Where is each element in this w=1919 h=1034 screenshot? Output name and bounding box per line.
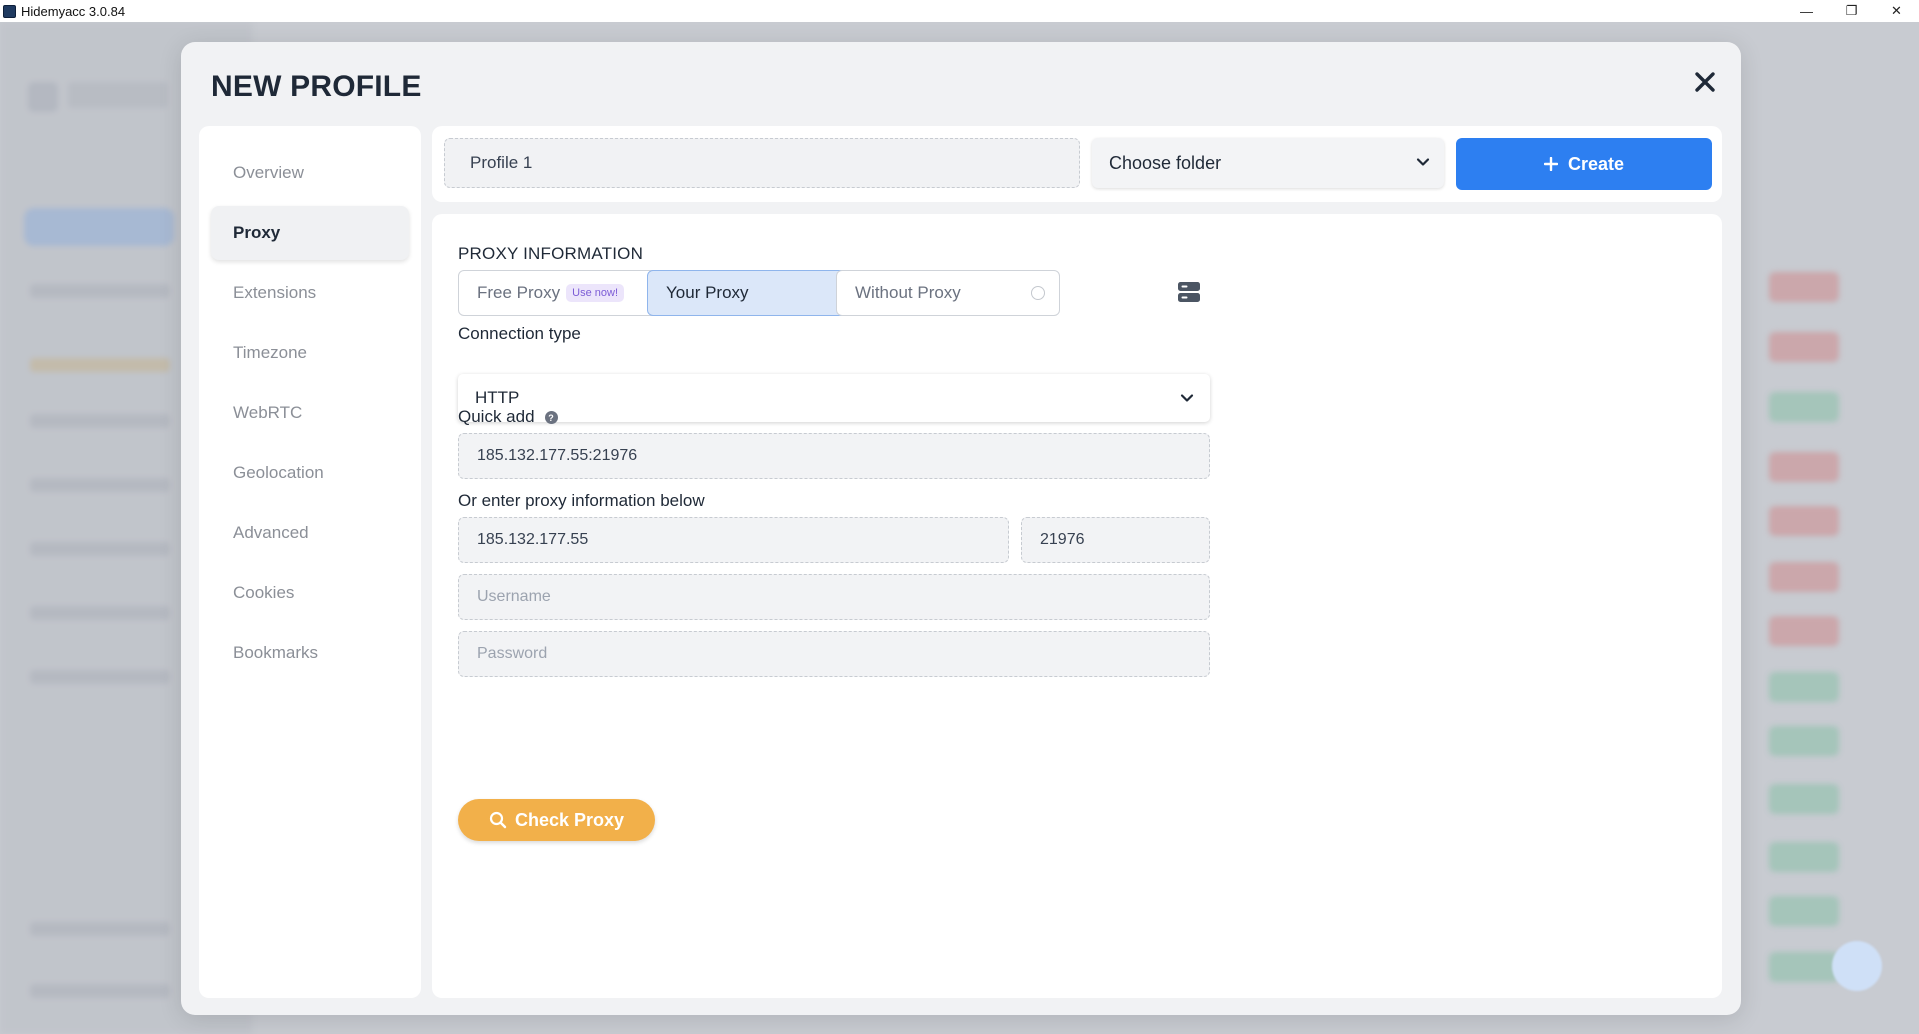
chat-bubble-icon[interactable] [1832, 941, 1882, 991]
window-close-button[interactable]: ✕ [1874, 0, 1919, 22]
proxy-section-title: PROXY INFORMATION [458, 244, 644, 263]
nav-item-extensions[interactable]: Extensions [211, 266, 409, 320]
create-button[interactable]: Create [1456, 138, 1712, 190]
window-title: Hidemyacc 3.0.84 [21, 3, 126, 19]
nav-item-timezone[interactable]: Timezone [211, 326, 409, 380]
plus-icon [1543, 157, 1558, 171]
quick-add-label: Quick add? [458, 407, 558, 427]
profile-header-row: Choose folder Create [432, 126, 1722, 202]
create-button-label: Create [1567, 153, 1625, 174]
proxy-password-input[interactable] [458, 631, 1210, 677]
profile-name-input[interactable] [444, 138, 1080, 188]
proxy-port-input[interactable] [1021, 517, 1210, 563]
nav-item-overview[interactable]: Overview [211, 146, 409, 200]
help-icon[interactable]: ? [544, 411, 558, 425]
app-icon [3, 4, 16, 18]
connection-type-label: Connection type [458, 324, 581, 343]
window-controls: — ❐ ✕ [1784, 0, 1919, 22]
use-now-badge: Use now! [566, 284, 624, 302]
profile-settings-nav: Overview Proxy Extensions Timezone WebRT… [199, 126, 421, 998]
radio-unchecked-icon [1031, 286, 1045, 300]
connection-type-value: HTTP [475, 388, 520, 407]
nav-item-bookmarks[interactable]: Bookmarks [211, 626, 409, 680]
modal-title: NEW PROFILE [211, 70, 422, 103]
window-titlebar: Hidemyacc 3.0.84 — ❐ ✕ [0, 0, 1919, 22]
nav-item-proxy[interactable]: Proxy [211, 206, 409, 260]
nav-item-geolocation[interactable]: Geolocation [211, 446, 409, 500]
proxy-username-input[interactable] [458, 574, 1210, 620]
manual-proxy-label: Or enter proxy information below [458, 491, 705, 510]
proxy-option-yours-label: Your Proxy [666, 283, 749, 302]
nav-item-cookies[interactable]: Cookies [211, 566, 409, 620]
quick-add-input[interactable] [458, 433, 1210, 479]
minimize-button[interactable]: — [1784, 0, 1829, 22]
chevron-down-icon [1416, 158, 1430, 166]
check-proxy-button[interactable]: Check Proxy [458, 799, 655, 841]
nav-item-webrtc[interactable]: WebRTC [211, 386, 409, 440]
check-proxy-label: Check Proxy [514, 809, 625, 830]
server-list-icon[interactable] [1177, 280, 1201, 304]
restore-button[interactable]: ❐ [1829, 0, 1874, 22]
folder-select-value: Choose folder [1109, 152, 1222, 173]
quick-add-label-text: Quick add [458, 407, 535, 426]
proxy-option-none[interactable]: Without Proxy [836, 270, 1060, 316]
chevron-down-icon [1180, 394, 1194, 402]
proxy-option-free-label: Free Proxy [477, 283, 561, 302]
proxy-option-none-label: Without Proxy [855, 283, 961, 302]
proxy-host-input[interactable] [458, 517, 1009, 563]
nav-item-advanced[interactable]: Advanced [211, 506, 409, 560]
proxy-settings-card: PROXY INFORMATION Free Proxy Use now! Yo… [432, 214, 1722, 998]
new-profile-modal: NEW PROFILE Overview Proxy Extensions Ti… [181, 42, 1741, 1015]
search-icon [489, 811, 507, 829]
folder-select[interactable]: Choose folder [1092, 138, 1444, 188]
close-icon[interactable] [1687, 64, 1723, 100]
connection-type-select[interactable]: HTTP [458, 374, 1210, 422]
